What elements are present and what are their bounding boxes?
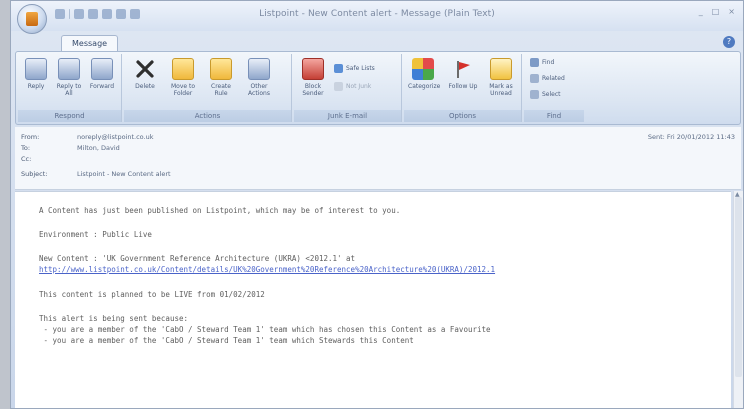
envelope-icon <box>490 58 512 80</box>
from-value[interactable]: noreply@listpoint.co.uk <box>77 133 153 143</box>
group-label-respond: Respond <box>18 110 121 122</box>
body-line-live-date: This content is planned to be LIVE from … <box>39 290 265 299</box>
related-icon <box>530 74 539 83</box>
to-label: To: <box>21 144 31 152</box>
block-sender-icon <box>302 58 324 80</box>
group-respond: Reply Reply to All Forward Respond <box>18 54 122 122</box>
create-rule-button[interactable]: Create Rule <box>206 58 236 97</box>
subject-row: Subject: Listpoint - New Content alert <box>21 170 171 180</box>
follow-up-button[interactable]: Follow Up <box>448 58 478 90</box>
group-junk: Block Sender Safe Lists Not Junk Junk E-… <box>294 54 402 122</box>
window-title: Listpoint - New Content alert - Message … <box>259 9 495 19</box>
to-row: To: Milton, David <box>21 144 120 154</box>
title-bar: Listpoint - New Content alert - Message … <box>11 1 743 34</box>
sent-date: Sent: Fri 20/01/2012 11:43 <box>647 133 735 141</box>
reply-all-button[interactable]: Reply to All <box>54 58 84 97</box>
ribbon-tab-row: Message ? <box>11 31 743 52</box>
group-actions: Delete Move to Folder Create Rule Other … <box>124 54 292 122</box>
find-button[interactable]: Find <box>530 58 554 67</box>
vertical-scrollbar[interactable]: ▲ <box>733 191 743 408</box>
body-line-intro: A Content has just been published on Lis… <box>39 206 401 215</box>
minimize-button[interactable]: _ <box>699 7 703 16</box>
categorize-icon <box>412 58 434 80</box>
body-bullet-favourite: - you are a member of the 'CabO / Stewar… <box>39 325 491 334</box>
tab-message[interactable]: Message <box>61 35 119 52</box>
message-window: Listpoint - New Content alert - Message … <box>10 0 744 409</box>
safe-lists-icon <box>334 64 343 73</box>
move-to-folder-button[interactable]: Move to Folder <box>168 58 198 97</box>
to-value[interactable]: Milton, David <box>77 144 120 154</box>
group-label-junk: Junk E-mail <box>294 110 401 122</box>
help-icon[interactable]: ? <box>723 36 735 48</box>
body-bullet-steward: - you are a member of the 'CabO / Stewar… <box>39 336 414 345</box>
forward-button[interactable]: Forward <box>87 58 117 90</box>
flag-icon <box>452 58 474 80</box>
folder-move-icon <box>172 58 194 80</box>
not-junk-icon <box>334 82 343 91</box>
message-header: From: noreply@listpoint.co.uk To: Milton… <box>15 127 741 190</box>
group-label-options: Options <box>404 110 521 122</box>
delete-button[interactable]: Delete <box>130 58 160 90</box>
from-label: From: <box>21 133 40 141</box>
other-actions-icon <box>248 58 270 80</box>
binoculars-icon <box>530 58 539 67</box>
cc-label: Cc: <box>21 155 32 163</box>
content-link[interactable]: http://www.listpoint.co.uk/Content/detai… <box>39 265 495 274</box>
select-button[interactable]: Select <box>530 90 561 99</box>
body-line-reason: This alert is being sent because: <box>39 314 189 323</box>
from-row: From: noreply@listpoint.co.uk <box>21 133 153 143</box>
ribbon: Reply Reply to All Forward Respond Delet… <box>15 51 741 125</box>
group-label-find: Find <box>524 110 584 122</box>
reply-button[interactable]: Reply <box>21 58 51 90</box>
mark-unread-button[interactable]: Mark as Unread <box>486 58 516 97</box>
create-rule-icon <box>210 58 232 80</box>
close-button[interactable]: × <box>728 7 735 16</box>
reply-all-icon <box>58 58 80 80</box>
reply-icon <box>25 58 47 80</box>
subject-value: Listpoint - New Content alert <box>77 170 171 178</box>
delete-icon <box>134 58 156 80</box>
window-controls: _ □ × <box>699 7 735 16</box>
other-actions-button[interactable]: Other Actions <box>244 58 274 97</box>
block-sender-button[interactable]: Block Sender <box>298 58 328 97</box>
scrollbar-thumb[interactable] <box>735 197 742 377</box>
body-line-new-content: New Content : 'UK Government Reference A… <box>39 254 356 263</box>
cc-row: Cc: <box>21 155 77 165</box>
categorize-button[interactable]: Categorize <box>408 58 440 90</box>
body-line-environment: Environment : Public Live <box>39 230 152 239</box>
related-button[interactable]: Related <box>530 74 565 83</box>
maximize-button[interactable]: □ <box>712 7 720 16</box>
group-label-actions: Actions <box>124 110 291 122</box>
message-body[interactable]: A Content has just been published on Lis… <box>15 191 731 408</box>
forward-icon <box>91 58 113 80</box>
subject-label: Subject: <box>21 170 48 178</box>
select-icon <box>530 90 539 99</box>
not-junk-button[interactable]: Not Junk <box>334 82 371 91</box>
group-options: Categorize Follow Up Mark as Unread Opti… <box>404 54 522 122</box>
safe-lists-button[interactable]: Safe Lists <box>334 64 375 73</box>
group-find: Find Related Select Find <box>524 54 584 122</box>
